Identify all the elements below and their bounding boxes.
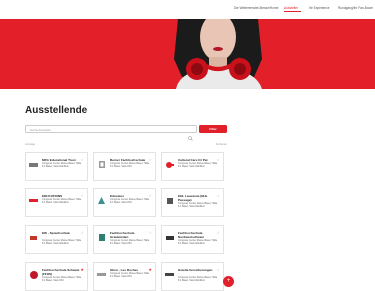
search-icon[interactable] xyxy=(188,128,193,146)
exhibitor-card[interactable]: EDUCATIONS Congress Center Messe Basel, … xyxy=(25,188,88,217)
exhibitor-name: EIS - Sprachschule xyxy=(42,231,71,235)
exhibitor-address: Congress Center Messe Basel, Halle 8.1 B… xyxy=(178,202,218,208)
nav-item-experience[interactable]: Ihr Experience xyxy=(309,6,330,10)
favorite-star-icon[interactable]: ☆ xyxy=(216,158,220,162)
exhibitor-address: Congress Center Messe Basel, Halle 8.1 B… xyxy=(178,162,218,168)
favorite-star-icon[interactable]: ☆ xyxy=(148,231,152,235)
exhibitor-logo xyxy=(165,234,174,241)
exhibitor-logo xyxy=(29,161,38,168)
exhibitor-logo xyxy=(97,234,106,241)
sort-dropdown[interactable]: Sortieren xyxy=(216,142,227,146)
exhibitor-logo xyxy=(165,197,174,204)
exhibitor-card[interactable]: Glion - Les Roches Congress Center Messe… xyxy=(93,262,156,291)
exhibitor-address: Congress Center Messe Basel, Halle 8.1 B… xyxy=(178,276,218,282)
exhibitor-address: Congress Center Messe Basel, Halle 8.1 B… xyxy=(42,198,82,204)
page-title: Ausstellende xyxy=(25,105,88,116)
hero-illustration xyxy=(0,19,375,89)
exhibitor-card[interactable]: EIS - Sprachschule Congress Center Messe… xyxy=(25,225,88,254)
favorite-star-icon[interactable]: ★ xyxy=(80,268,84,272)
favorite-star-icon[interactable]: ☆ xyxy=(80,158,84,162)
exhibitor-address: Congress Center Messe Basel, Halle 8.1 B… xyxy=(178,239,218,245)
favorite-star-icon[interactable]: ☆ xyxy=(216,194,220,198)
nav-item-rundgang[interactable]: Rundgang/Ihr Fan-Boom xyxy=(338,6,373,10)
exhibitor-address: Congress Center Messe Basel, Halle 8.1 B… xyxy=(42,162,82,168)
favorite-star-icon[interactable]: ☆ xyxy=(148,194,152,198)
exhibitor-logo xyxy=(97,197,106,204)
exhibitor-address: Congress Center Messe Basel, Halle 8.1 B… xyxy=(42,239,82,245)
exhibitor-card[interactable]: MFG Educational Trust Congress Center Me… xyxy=(25,152,88,181)
hero-banner xyxy=(0,19,375,89)
exhibitor-card[interactable]: Hotelia Versicherungen Congress Center M… xyxy=(161,262,224,291)
favorite-star-icon[interactable]: ☆ xyxy=(80,231,84,235)
exhibitor-address: Congress Center Messe Basel, Halle 8.1 B… xyxy=(110,239,150,245)
nav-active-indicator xyxy=(284,11,301,12)
favorite-star-icon[interactable]: ☆ xyxy=(216,231,220,235)
exhibitor-card[interactable]: Cultural Cars Or Pet Congress Center Mes… xyxy=(161,152,224,181)
search-field[interactable]: Suche Aussteller xyxy=(25,125,197,141)
exhibitor-logo xyxy=(165,271,174,278)
exhibitor-card[interactable]: Fachhochschule Graubünden Congress Cente… xyxy=(93,225,156,254)
exhibitor-logo xyxy=(165,161,174,168)
exhibitor-card[interactable]: Educetus Congress Center Messe Basel, Ha… xyxy=(93,188,156,217)
exhibitor-address: Congress Center Messe Basel, Halle 8.1 B… xyxy=(110,198,150,204)
exhibitor-card[interactable]: Fachhochschule Nordwestschweiz Congress … xyxy=(161,225,224,254)
nav-item-home[interactable]: Die Weiterernstet-Messe/Home xyxy=(234,6,278,10)
exhibitor-logo xyxy=(97,161,106,168)
filter-button[interactable]: Filter xyxy=(199,125,227,133)
search-placeholder: Suche Aussteller xyxy=(30,128,51,133)
nav-item-aussteller[interactable]: Aussteller xyxy=(284,6,298,10)
favorite-star-icon[interactable]: ☆ xyxy=(148,158,152,162)
filter-button-label: Filter xyxy=(209,127,217,132)
exhibitor-logo xyxy=(97,271,106,278)
exhibitor-logo xyxy=(29,234,38,241)
exhibitor-logo xyxy=(29,197,38,204)
exhibitor-name: Hotelia Versicherungen xyxy=(178,268,213,272)
exhibitor-logo xyxy=(29,270,38,279)
favorite-star-icon[interactable]: ☆ xyxy=(216,268,220,272)
results-count: Anzeige xyxy=(25,142,36,146)
exhibitor-card[interactable]: EHL Lausanne (EHL Passage) Congress Cent… xyxy=(161,188,224,217)
favorite-star-icon[interactable]: ☆ xyxy=(80,194,84,198)
plus-icon: + xyxy=(226,277,231,284)
floating-action-button[interactable]: + xyxy=(223,276,234,287)
exhibitor-address: Congress Center Messe Basel, Halle 8.1 B… xyxy=(42,276,82,282)
exhibitor-address: Congress Center Messe Basel, Halle 8.1 B… xyxy=(110,272,150,278)
exhibitor-card[interactable]: Berner Fachhochschule Congress Center Me… xyxy=(93,152,156,181)
exhibitor-address: Congress Center Messe Basel, Halle 8.1 B… xyxy=(110,162,150,168)
top-navigation: Die Weiterernstet-Messe/Home Aussteller … xyxy=(0,0,375,19)
exhibitor-card[interactable]: Fachhochschule Schweiz (FFHS) Congress C… xyxy=(25,262,88,291)
favorite-star-icon[interactable]: ★ xyxy=(148,268,152,272)
